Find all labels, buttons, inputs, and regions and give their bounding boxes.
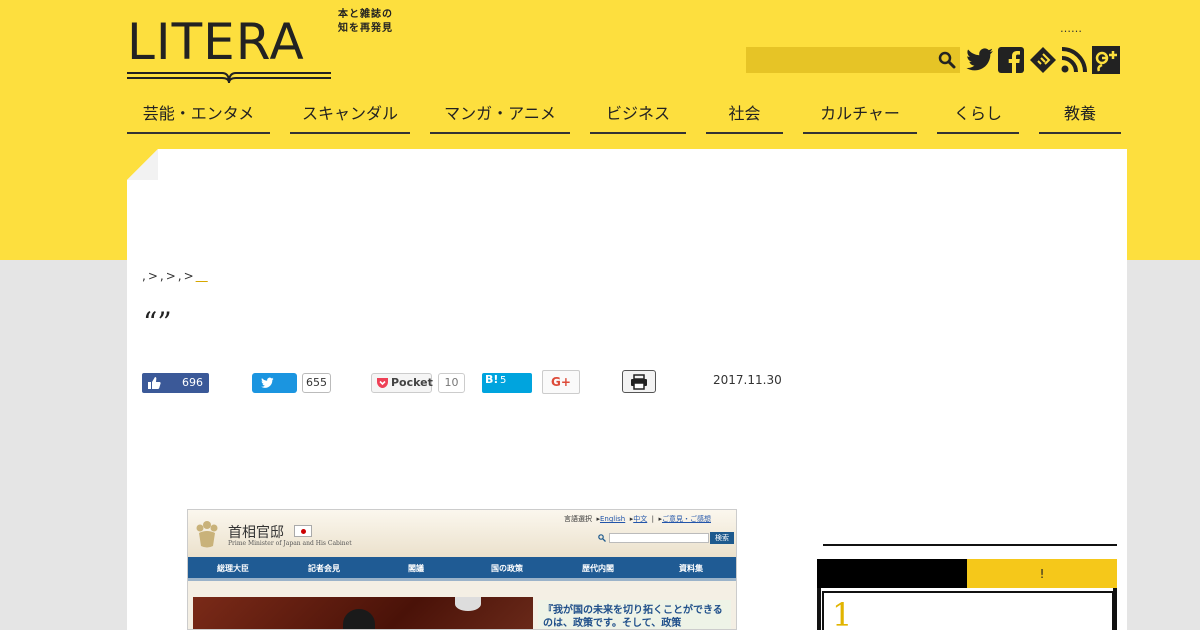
ranking-tab-left[interactable] (817, 559, 967, 588)
header-dots: …… (1060, 22, 1082, 35)
breadcrumb-link[interactable]: , (178, 269, 182, 283)
facebook-icon[interactable] (996, 45, 1026, 75)
twitter-count: 655 (302, 373, 331, 393)
image-nav-item: 閣議 (408, 564, 424, 573)
image-nav-item: 記者会見 (308, 564, 340, 573)
nav-item-scandal[interactable]: スキャンダル (290, 100, 410, 134)
site-logo[interactable]: LITERA 本と雑誌の 知を再発見 (127, 9, 402, 87)
feedly-icon[interactable] (1028, 45, 1058, 75)
google-plus-share-button[interactable]: G+ (542, 370, 580, 394)
article-title: “” (143, 306, 172, 339)
printer-icon (631, 374, 647, 390)
image-lang-chinese: 中文 (633, 515, 648, 523)
hatena-count: 5 (500, 375, 507, 386)
article-date: 2017.11.30 (713, 373, 782, 387)
image-nav-bar: 総理大臣 記者会見 閣議 国の政策 歴代内閣 資料集 (188, 557, 736, 581)
breadcrumb-separator: > (183, 269, 194, 283)
ranking-number: 1 (832, 596, 853, 630)
breadcrumb-link[interactable]: , (160, 269, 164, 283)
image-nav-item: 資料集 (679, 564, 703, 573)
hatena-label: B! (485, 373, 499, 386)
image-site-subtitle: Prime Minister of Japan and His Cabinet (228, 540, 352, 547)
search-box (746, 47, 960, 73)
thumbs-up-icon (148, 377, 161, 389)
twitter-icon[interactable] (965, 45, 995, 75)
nav-item-entertainment[interactable]: 芸能・エンタメ (127, 100, 270, 134)
image-site-title: 首相官邸 (228, 525, 284, 541)
nav-item-culture[interactable]: カルチャー (803, 100, 917, 134)
facebook-like-button[interactable]: 696 (142, 373, 209, 393)
twitter-bird-icon (261, 377, 274, 388)
image-search-button: 検索 (710, 532, 734, 544)
pocket-button[interactable]: Pocket (371, 373, 433, 393)
nav-item-society[interactable]: 社会 (706, 100, 783, 134)
tagline-line-2: 知を再発見 (338, 23, 393, 34)
breadcrumb-separator: > (147, 269, 158, 283)
page-corner-fold (127, 149, 158, 180)
pocket-label: Pocket (391, 376, 433, 389)
twitter-share-button[interactable] (252, 373, 297, 393)
pocket-count: 10 (438, 373, 465, 393)
image-header-links: 言語選択 ▸English ▸中文 | ▸ご意見・ご感想 (564, 515, 711, 523)
image-nav-item: 歴代内閣 (582, 564, 614, 573)
image-feedback-link: ご意見・ご感想 (662, 515, 711, 523)
breadcrumb-separator: > (165, 269, 176, 283)
nav-item-manga-anime[interactable]: マンガ・アニメ (430, 100, 570, 134)
image-nav-item: 総理大臣 (217, 564, 249, 573)
search-input[interactable] (746, 47, 932, 73)
ranking-item-frame[interactable] (822, 591, 1114, 630)
pocket-icon (377, 378, 388, 388)
logo-tagline: 本と雑誌の 知を再発見 (338, 8, 393, 36)
print-button[interactable] (622, 370, 656, 393)
image-chandelier (455, 597, 481, 611)
japan-flag-icon (294, 525, 312, 537)
image-search-field (609, 533, 709, 543)
image-lang-label: 言語選択 (564, 515, 592, 523)
nav-item-business[interactable]: ビジネス (590, 100, 686, 134)
ranking-tab-right[interactable]: ! (967, 559, 1117, 588)
hatena-bookmark-button[interactable]: B! 5 (482, 373, 532, 393)
image-search-icon (598, 534, 606, 542)
open-book-icon (127, 72, 331, 84)
image-quote: 『我が国の未来を切り拓くことができるのは、政策です。そして、政策 (538, 600, 731, 629)
logo-wordmark: LITERA (127, 13, 305, 71)
nav-item-education[interactable]: 教養 (1039, 100, 1121, 134)
google-plus-icon[interactable] (1091, 45, 1121, 75)
image-nav-item: 国の政策 (491, 564, 523, 573)
image-lang-english: English (599, 515, 626, 523)
breadcrumb-link[interactable]: , (142, 269, 146, 283)
breadcrumb: , >, >, > ＿ (142, 267, 208, 284)
image-person-silhouette (343, 609, 375, 629)
tagline-line-1: 本と雑誌の (338, 9, 393, 20)
search-icon[interactable] (938, 51, 956, 69)
paulownia-emblem-icon (196, 521, 218, 548)
image-photo (193, 597, 533, 629)
nav-item-lifestyle[interactable]: くらし (937, 100, 1019, 134)
facebook-count: 696 (182, 376, 203, 389)
breadcrumb-current: ＿ (195, 269, 208, 283)
sidebar-divider (823, 544, 1117, 546)
article-image: 首相官邸 Prime Minister of Japan and His Cab… (187, 509, 737, 630)
rss-icon[interactable] (1059, 45, 1089, 75)
